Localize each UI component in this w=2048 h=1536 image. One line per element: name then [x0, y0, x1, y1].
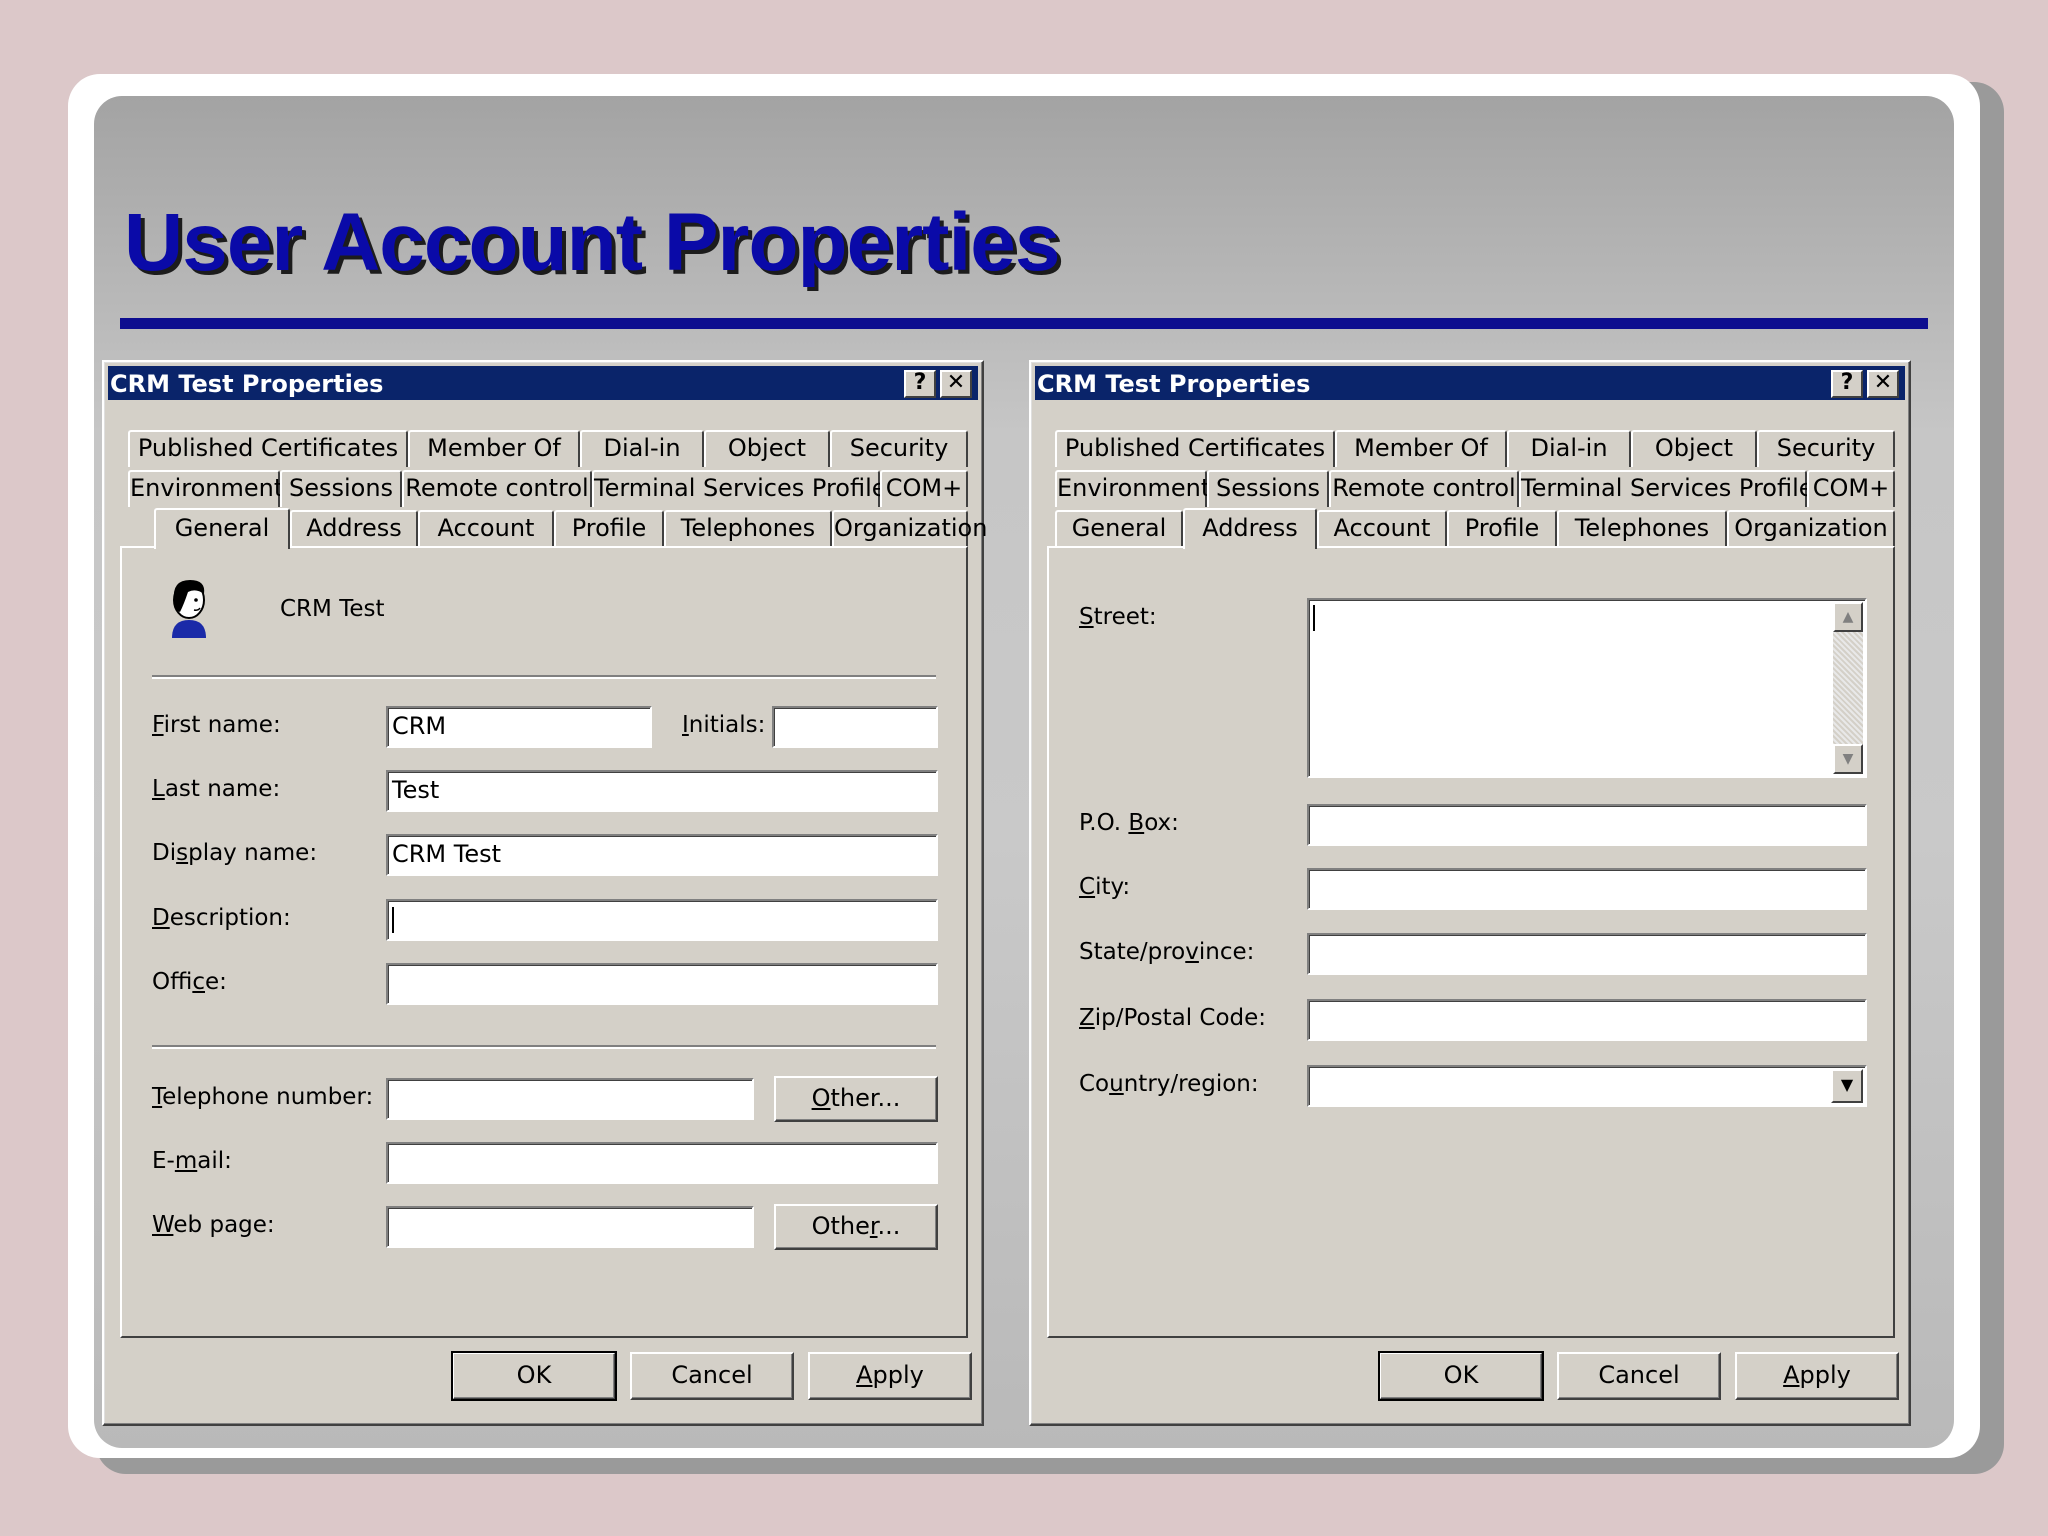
cancel-button[interactable]: Cancel [630, 1352, 794, 1400]
title-rule [120, 318, 1928, 329]
cancel-button[interactable]: Cancel [1557, 1352, 1721, 1400]
tab-telephones[interactable]: Telephones [664, 510, 832, 547]
last-name-field[interactable]: Test [386, 770, 938, 812]
tab-object[interactable]: Object [1631, 430, 1757, 467]
user-display-name: CRM Test [280, 596, 385, 622]
tab-profile[interactable]: Profile [1447, 510, 1557, 547]
street-label: Street: [1079, 604, 1157, 630]
telephone-field[interactable] [386, 1078, 754, 1120]
tab-terminal-services-profile[interactable]: Terminal Services Profile [1519, 470, 1814, 507]
tab-remote-control[interactable]: Remote control [1329, 470, 1519, 507]
properties-dialog-address: CRM Test Properties ? ✕ Published Certif… [1029, 360, 1911, 1426]
initials-field[interactable] [772, 706, 938, 748]
scroll-up-icon[interactable]: ▲ [1833, 602, 1863, 632]
tab-security[interactable]: Security [830, 430, 968, 467]
tab-address[interactable]: Address [290, 510, 418, 547]
apply-button[interactable]: Apply [808, 1352, 972, 1400]
first-name-field[interactable]: CRM [386, 706, 652, 748]
dialog-titlebar: CRM Test Properties ? ✕ [1035, 366, 1905, 400]
properties-dialog-general: CRM Test Properties ? ✕ Published Certif… [102, 360, 987, 1426]
tab-published-certificates[interactable]: Published Certificates [1055, 430, 1335, 467]
tab-object[interactable]: Object [704, 430, 830, 467]
separator [152, 1045, 936, 1049]
description-field[interactable] [386, 899, 938, 941]
tab-com-plus[interactable]: COM+ [1807, 470, 1895, 507]
po-box-field[interactable] [1307, 804, 1867, 846]
country-region-select[interactable]: ▼ [1307, 1065, 1867, 1107]
first-name-label: First name: [152, 712, 281, 738]
dialog-title: CRM Test Properties [1037, 370, 1311, 398]
user-icon [172, 580, 206, 638]
tab-environment[interactable]: Environment [128, 470, 283, 507]
tab-member-of[interactable]: Member Of [408, 430, 580, 467]
tab-remote-control[interactable]: Remote control [402, 470, 592, 507]
email-field[interactable] [386, 1142, 938, 1184]
po-box-label: P.O. Box: [1079, 810, 1179, 836]
zip-postal-code-field[interactable] [1307, 999, 1867, 1041]
help-button[interactable]: ? [1831, 370, 1863, 398]
tab-sessions[interactable]: Sessions [280, 470, 402, 507]
tab-environment[interactable]: Environment [1055, 470, 1210, 507]
tab-sessions[interactable]: Sessions [1207, 470, 1329, 507]
tab-dial-in[interactable]: Dial-in [580, 430, 704, 467]
email-label: E-mail: [152, 1148, 232, 1174]
ok-button[interactable]: OK [451, 1351, 617, 1401]
tab-general[interactable]: General [1055, 510, 1183, 547]
tab-organization[interactable]: Organization [832, 510, 987, 547]
tab-account[interactable]: Account [418, 510, 554, 547]
web-page-field[interactable] [386, 1206, 754, 1248]
close-button[interactable]: ✕ [940, 370, 972, 398]
office-field[interactable] [386, 963, 938, 1005]
description-label: Description: [152, 905, 291, 931]
text-caret [392, 907, 394, 933]
help-button[interactable]: ? [904, 370, 936, 398]
text-caret [1313, 605, 1315, 631]
street-scrollbar[interactable]: ▲ ▼ [1833, 602, 1863, 774]
display-name-field[interactable]: CRM Test [386, 834, 938, 876]
ok-button[interactable]: OK [1378, 1351, 1544, 1401]
tab-organization[interactable]: Organization [1727, 510, 1895, 547]
slide-title: User Account Properties [124, 197, 1060, 288]
dialog-titlebar: CRM Test Properties ? ✕ [108, 366, 978, 400]
separator [152, 675, 936, 679]
apply-button[interactable]: Apply [1735, 1352, 1899, 1400]
scroll-down-icon[interactable]: ▼ [1833, 744, 1863, 774]
tab-telephones[interactable]: Telephones [1557, 510, 1727, 547]
state-province-field[interactable] [1307, 933, 1867, 975]
tab-security[interactable]: Security [1757, 430, 1895, 467]
tab-address[interactable]: Address [1183, 508, 1317, 549]
city-label: City: [1079, 874, 1131, 900]
display-name-label: Display name: [152, 840, 318, 866]
other-telephone-button[interactable]: Other... [774, 1076, 938, 1122]
tab-account[interactable]: Account [1317, 510, 1447, 547]
zip-postal-code-label: Zip/Postal Code: [1079, 1005, 1267, 1031]
tab-member-of[interactable]: Member Of [1335, 430, 1507, 467]
close-button[interactable]: ✕ [1867, 370, 1899, 398]
web-page-label: Web page: [152, 1212, 275, 1238]
tab-com-plus[interactable]: COM+ [880, 470, 968, 507]
city-field[interactable] [1307, 868, 1867, 910]
tab-published-certificates[interactable]: Published Certificates [128, 430, 408, 467]
initials-label: Initials: [682, 712, 766, 738]
last-name-label: Last name: [152, 776, 281, 802]
general-tab-panel: CRM Test First name: CRM Initials: Last … [120, 546, 968, 1338]
state-province-label: State/province: [1079, 939, 1255, 965]
tab-general[interactable]: General [154, 508, 290, 549]
dialog-title: CRM Test Properties [110, 370, 384, 398]
telephone-label: Telephone number: [152, 1084, 374, 1110]
tab-dial-in[interactable]: Dial-in [1507, 430, 1631, 467]
other-web-page-button[interactable]: Other... [774, 1204, 938, 1250]
street-field[interactable]: ▲ ▼ [1307, 598, 1867, 778]
address-tab-panel: Street: ▲ ▼ P.O. Box: City: State/provin… [1047, 546, 1895, 1338]
tab-terminal-services-profile[interactable]: Terminal Services Profile [592, 470, 887, 507]
chevron-down-icon[interactable]: ▼ [1831, 1069, 1863, 1103]
country-region-label: Country/region: [1079, 1071, 1259, 1097]
office-label: Office: [152, 969, 227, 995]
tab-profile[interactable]: Profile [554, 510, 664, 547]
